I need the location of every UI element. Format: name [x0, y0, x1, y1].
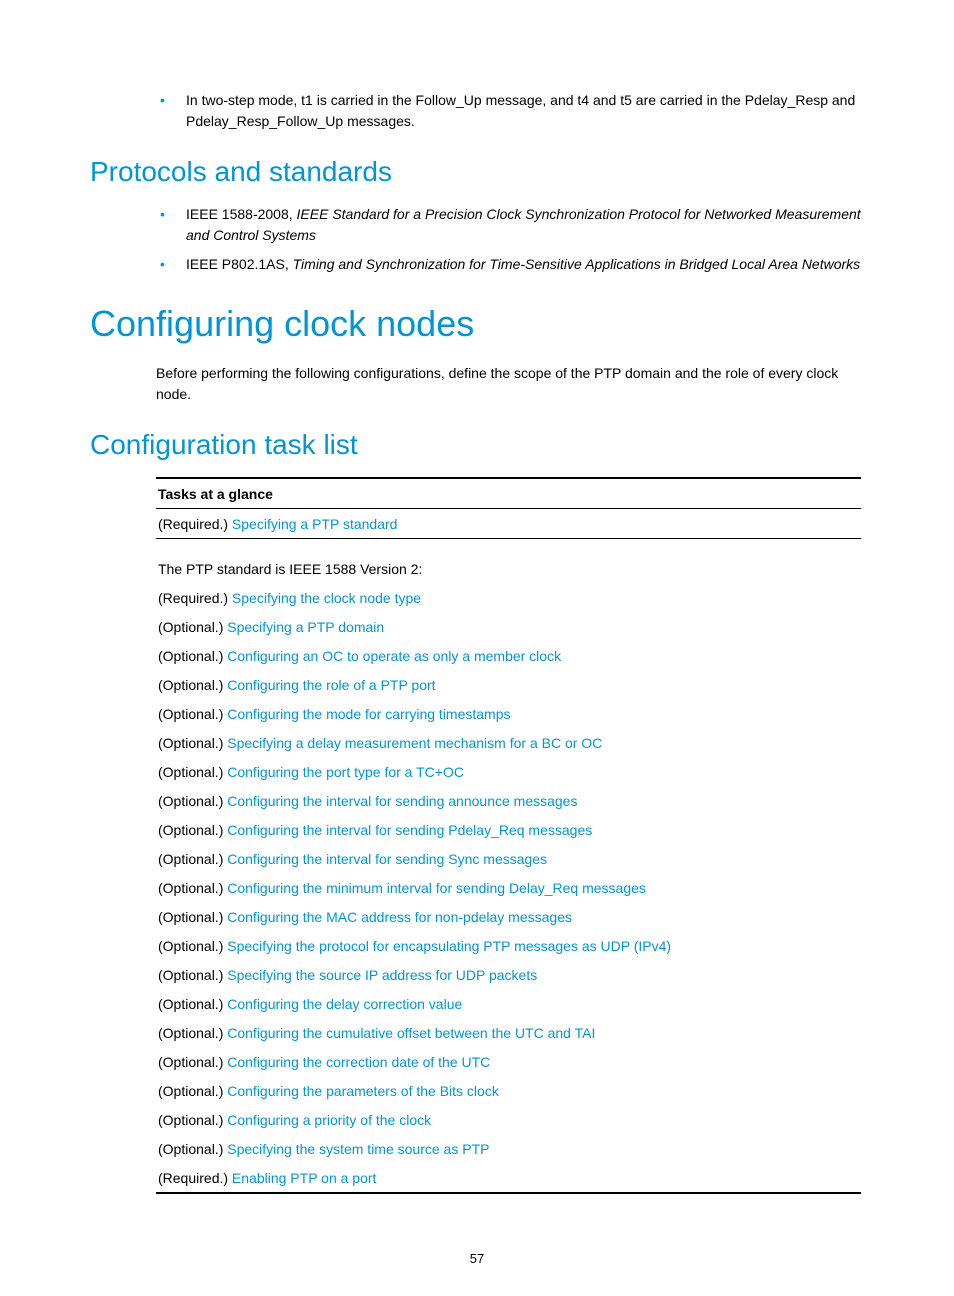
task-row: (Optional.) Specifying a PTP domain: [156, 612, 861, 641]
task-row: (Optional.) Specifying a delay measureme…: [156, 728, 861, 757]
task-link[interactable]: Configuring the parameters of the Bits c…: [227, 1083, 499, 1099]
configuring-heading: Configuring clock nodes: [90, 303, 874, 345]
task-row: (Optional.) Configuring the mode for car…: [156, 699, 861, 728]
task-row: (Optional.) Configuring the cumulative o…: [156, 1018, 861, 1047]
task-row: (Optional.) Configuring the MAC address …: [156, 902, 861, 931]
task-row: (Optional.) Specifying the protocol for …: [156, 931, 861, 960]
protocols-heading: Protocols and standards: [90, 156, 874, 188]
task-link[interactable]: Specifying a PTP standard: [232, 516, 398, 532]
tasklist-heading: Configuration task list: [90, 429, 874, 461]
task-link[interactable]: Configuring the MAC address for non-pdel…: [227, 909, 572, 925]
protocols-list: IEEE 1588-2008, IEEE Standard for a Prec…: [156, 204, 874, 275]
task-link[interactable]: Enabling PTP on a port: [232, 1170, 377, 1186]
task-requirement: (Optional.): [158, 996, 227, 1012]
protocol-prefix: IEEE 1588-2008,: [186, 206, 297, 222]
task-requirement: (Optional.): [158, 619, 227, 635]
task-link[interactable]: Configuring an OC to operate as only a m…: [227, 648, 561, 664]
task-link[interactable]: Configuring the interval for sending Pde…: [227, 822, 592, 838]
task-link[interactable]: Specifying the protocol for encapsulatin…: [227, 938, 671, 954]
task-row: (Optional.) Configuring the minimum inte…: [156, 873, 861, 902]
protocol-prefix: IEEE P802.1AS,: [186, 256, 293, 272]
task-requirement: (Optional.): [158, 706, 227, 722]
task-requirement: (Optional.): [158, 851, 227, 867]
task-requirement: (Optional.): [158, 1054, 227, 1070]
task-table: Tasks at a glance (Required.) Specifying…: [156, 477, 861, 1194]
task-row: (Required.) Specifying the clock node ty…: [156, 583, 861, 612]
task-table-header: Tasks at a glance: [156, 477, 861, 509]
task-requirement: (Optional.): [158, 938, 227, 954]
task-row: (Optional.) Configuring the parameters o…: [156, 1076, 861, 1105]
task-link[interactable]: Configuring the cumulative offset betwee…: [227, 1025, 595, 1041]
task-row: (Optional.) Configuring the delay correc…: [156, 989, 861, 1018]
task-link[interactable]: Configuring the interval for sending ann…: [227, 793, 577, 809]
task-requirement: (Optional.): [158, 648, 227, 664]
task-link[interactable]: Configuring the role of a PTP port: [227, 677, 435, 693]
task-link[interactable]: Configuring the delay correction value: [227, 996, 462, 1012]
task-link[interactable]: Specifying the clock node type: [232, 590, 421, 606]
task-requirement: (Optional.): [158, 1025, 227, 1041]
task-row: (Optional.) Configuring a priority of th…: [156, 1105, 861, 1134]
task-requirement: (Optional.): [158, 677, 227, 693]
task-requirement: (Optional.): [158, 735, 227, 751]
task-row: (Optional.) Configuring an OC to operate…: [156, 641, 861, 670]
intro-bullet-list: In two-step mode, t1 is carried in the F…: [156, 90, 874, 132]
task-requirement: (Optional.): [158, 880, 227, 896]
task-link[interactable]: Configuring the correction date of the U…: [227, 1054, 490, 1070]
task-requirement: (Optional.): [158, 1083, 227, 1099]
task-requirement: (Optional.): [158, 967, 227, 983]
page-number: 57: [0, 1251, 954, 1266]
task-row: (Optional.) Configuring the correction d…: [156, 1047, 861, 1076]
task-row: (Required.) Enabling PTP on a port: [156, 1163, 861, 1194]
task-row: (Required.) Specifying a PTP standard: [156, 509, 861, 539]
task-link[interactable]: Specifying the system time source as PTP: [227, 1141, 489, 1157]
task-row: (Optional.) Specifying the system time s…: [156, 1134, 861, 1163]
task-link[interactable]: Configuring the interval for sending Syn…: [227, 851, 547, 867]
task-requirement: (Required.): [158, 1170, 232, 1186]
task-requirement: (Required.): [158, 516, 232, 532]
task-row: (Optional.) Specifying the source IP add…: [156, 960, 861, 989]
task-requirement: (Required.): [158, 590, 232, 606]
task-row: (Optional.) Configuring the port type fo…: [156, 757, 861, 786]
page: In two-step mode, t1 is carried in the F…: [0, 0, 954, 1296]
task-link[interactable]: Configuring the port type for a TC+OC: [227, 764, 464, 780]
task-link[interactable]: Configuring the minimum interval for sen…: [227, 880, 646, 896]
task-link[interactable]: Specifying the source IP address for UDP…: [227, 967, 537, 983]
task-requirement: (Optional.): [158, 764, 227, 780]
task-row: (Optional.) Configuring the interval for…: [156, 815, 861, 844]
protocol-item: IEEE P802.1AS, Timing and Synchronizatio…: [156, 254, 874, 275]
task-requirement: (Optional.): [158, 909, 227, 925]
task-link[interactable]: Specifying a PTP domain: [227, 619, 384, 635]
task-link[interactable]: Configuring the mode for carrying timest…: [227, 706, 510, 722]
task-requirement: (Optional.): [158, 1141, 227, 1157]
protocol-title: Timing and Synchronization for Time-Sens…: [293, 256, 861, 272]
protocol-item: IEEE 1588-2008, IEEE Standard for a Prec…: [156, 204, 874, 246]
intro-bullet: In two-step mode, t1 is carried in the F…: [156, 90, 874, 132]
task-requirement: (Optional.): [158, 793, 227, 809]
task-row: (Optional.) Configuring the interval for…: [156, 786, 861, 815]
configuring-body: Before performing the following configur…: [156, 363, 874, 405]
task-requirement: (Optional.): [158, 822, 227, 838]
task-row: (Optional.) Configuring the interval for…: [156, 844, 861, 873]
task-link[interactable]: Specifying a delay measurement mechanism…: [227, 735, 602, 751]
task-link[interactable]: Configuring a priority of the clock: [227, 1112, 431, 1128]
task-requirement: (Optional.): [158, 1112, 227, 1128]
task-row: (Optional.) Configuring the role of a PT…: [156, 670, 861, 699]
task-note: The PTP standard is IEEE 1588 Version 2:: [156, 539, 861, 583]
